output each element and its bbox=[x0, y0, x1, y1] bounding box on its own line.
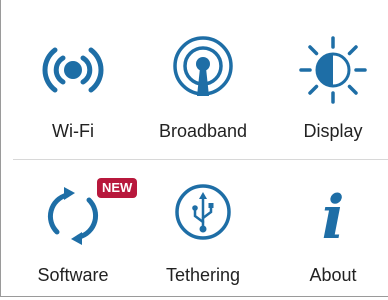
display-tile[interactable]: Display bbox=[269, 20, 388, 160]
tethering-tile[interactable]: Tethering bbox=[139, 160, 267, 300]
tethering-label: Tethering bbox=[165, 265, 241, 285]
software-label: Software bbox=[37, 265, 109, 285]
about-tile[interactable]: i About bbox=[269, 160, 388, 300]
broadband-label: Broadband bbox=[158, 121, 248, 141]
broadband-tile[interactable]: Broadband bbox=[139, 20, 267, 160]
broadband-antenna-icon bbox=[173, 36, 233, 96]
new-badge: NEW bbox=[97, 178, 138, 198]
info-glyph: i bbox=[322, 183, 345, 252]
about-label: About bbox=[309, 265, 357, 285]
brightness-icon bbox=[299, 36, 367, 104]
wifi-tile[interactable]: Wi-Fi bbox=[9, 20, 137, 160]
wifi-signal-icon bbox=[42, 47, 104, 93]
settings-panel: Wi-Fi Broadband Display Software NEW Tet… bbox=[0, 0, 388, 297]
display-label: Display bbox=[303, 121, 363, 141]
wifi-label: Wi-Fi bbox=[52, 121, 94, 141]
info-icon: i bbox=[322, 183, 345, 252]
usb-icon bbox=[175, 184, 231, 240]
